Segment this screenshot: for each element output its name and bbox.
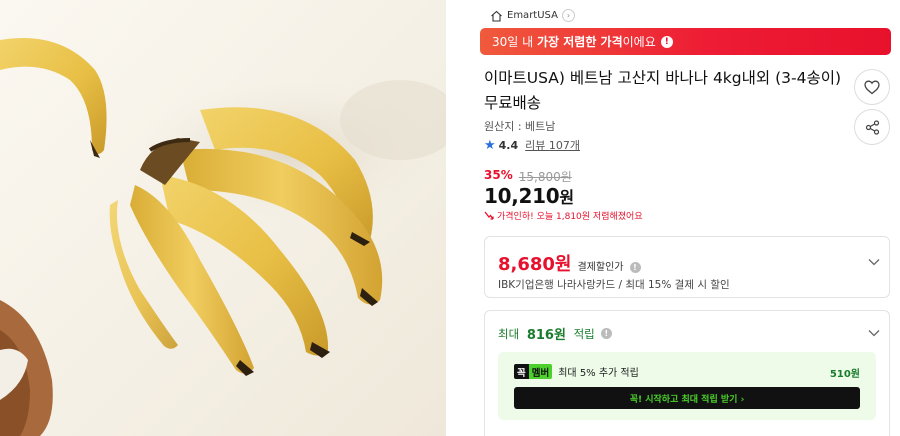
info-icon[interactable]: ! <box>600 328 612 339</box>
info-icon[interactable]: ! <box>629 262 641 273</box>
wishlist-button[interactable] <box>854 69 890 105</box>
store-name: EmartUSA <box>507 10 558 21</box>
info-icon[interactable]: ! <box>660 35 673 48</box>
origin-text: 원산지 : 베트남 <box>484 120 556 133</box>
points-amount: 816원 <box>526 328 566 343</box>
card-discount-tag: 결제할인가 <box>577 262 624 273</box>
banana-single <box>0 38 107 154</box>
price-drop-icon <box>484 211 494 220</box>
points-suffix: 적립 <box>569 326 595 341</box>
sale-price-unit: 원 <box>559 188 574 207</box>
chevron-down-icon[interactable] <box>868 329 880 337</box>
member-badge: 꼭 멤버 <box>514 364 553 379</box>
points-header: 최대 816원 적립 ! <box>498 324 612 343</box>
lowest-banner-suffix: 이에요 <box>622 35 656 49</box>
banana-photo <box>0 38 446 436</box>
price-drop-text: 가격인하! 오늘 1,810원 저렴해졌어요 <box>497 212 643 222</box>
member-badge-b: 멤버 <box>528 364 553 379</box>
chevron-down-icon[interactable] <box>868 258 880 266</box>
price-drop-notice: 가격인하! 오늘 1,810원 저렴해졌어요 <box>484 209 643 222</box>
points-box: 최대 816원 적립 ! 꼭 멤버 최대 5% 추가 적립 510원 꼭! 시작… <box>484 310 890 436</box>
points-prefix: 최대 <box>498 326 523 341</box>
rating-score: 4.4 <box>498 138 519 152</box>
sale-price: 10,210원 <box>484 184 574 208</box>
card-discount-box[interactable]: 8,680원 결제할인가 ! IBK기업은행 나라사랑카드 / 최대 15% 결… <box>484 236 890 298</box>
card-discount-amount-row: 8,680원 결제할인가 ! <box>498 250 641 276</box>
chevron-right-icon: › <box>561 9 575 22</box>
discount-rate: 35% <box>484 168 513 182</box>
card-discount-description: IBK기업은행 나라사랑카드 / 최대 15% 결제 시 할인 <box>498 279 730 291</box>
heart-icon <box>864 80 880 94</box>
member-points: 510원 <box>829 369 860 380</box>
house-icon <box>491 10 502 22</box>
member-benefit-box: 꼭 멤버 최대 5% 추가 적립 510원 꼭! 시작하고 최대 적립 받기 › <box>498 352 876 420</box>
product-title: 이마트USA) 베트남 고산지 바나나 4kg내외 (3-4송이) 무료배송 <box>484 69 842 112</box>
review-link[interactable]: 리뷰 107개 <box>525 137 580 153</box>
product-detail-panel: EmartUSA › 30일 내 가장 저렴한 가격 이에요 ! 이마트USA)… <box>446 0 900 436</box>
member-benefit-text: 최대 5% 추가 적립 <box>558 368 639 379</box>
sale-price-number: 10,210 <box>484 184 560 208</box>
lowest-price-banner: 30일 내 가장 저렴한 가격 이에요 ! <box>480 28 891 55</box>
rating-row: ★ 4.4 리뷰 107개 <box>484 137 580 153</box>
member-signup-button[interactable]: 꼭! 시작하고 최대 적립 받기 › <box>514 387 860 409</box>
member-badge-a: 꼭 <box>514 364 529 379</box>
store-link[interactable]: EmartUSA › <box>490 7 575 24</box>
card-discount-price: 8,680원 <box>498 254 572 275</box>
share-button[interactable] <box>854 109 890 145</box>
lowest-banner-prefix: 30일 내 <box>492 35 537 49</box>
member-benefit-line: 꼭 멤버 최대 5% 추가 적립 <box>514 364 639 379</box>
discount-row: 35% 15,800원 <box>484 168 572 185</box>
product-image <box>0 0 446 436</box>
lowest-banner-highlight: 가장 저렴한 가격 <box>536 35 623 49</box>
star-icon: ★ <box>484 137 496 153</box>
share-icon <box>865 119 879 135</box>
original-price: 15,800원 <box>518 170 572 184</box>
